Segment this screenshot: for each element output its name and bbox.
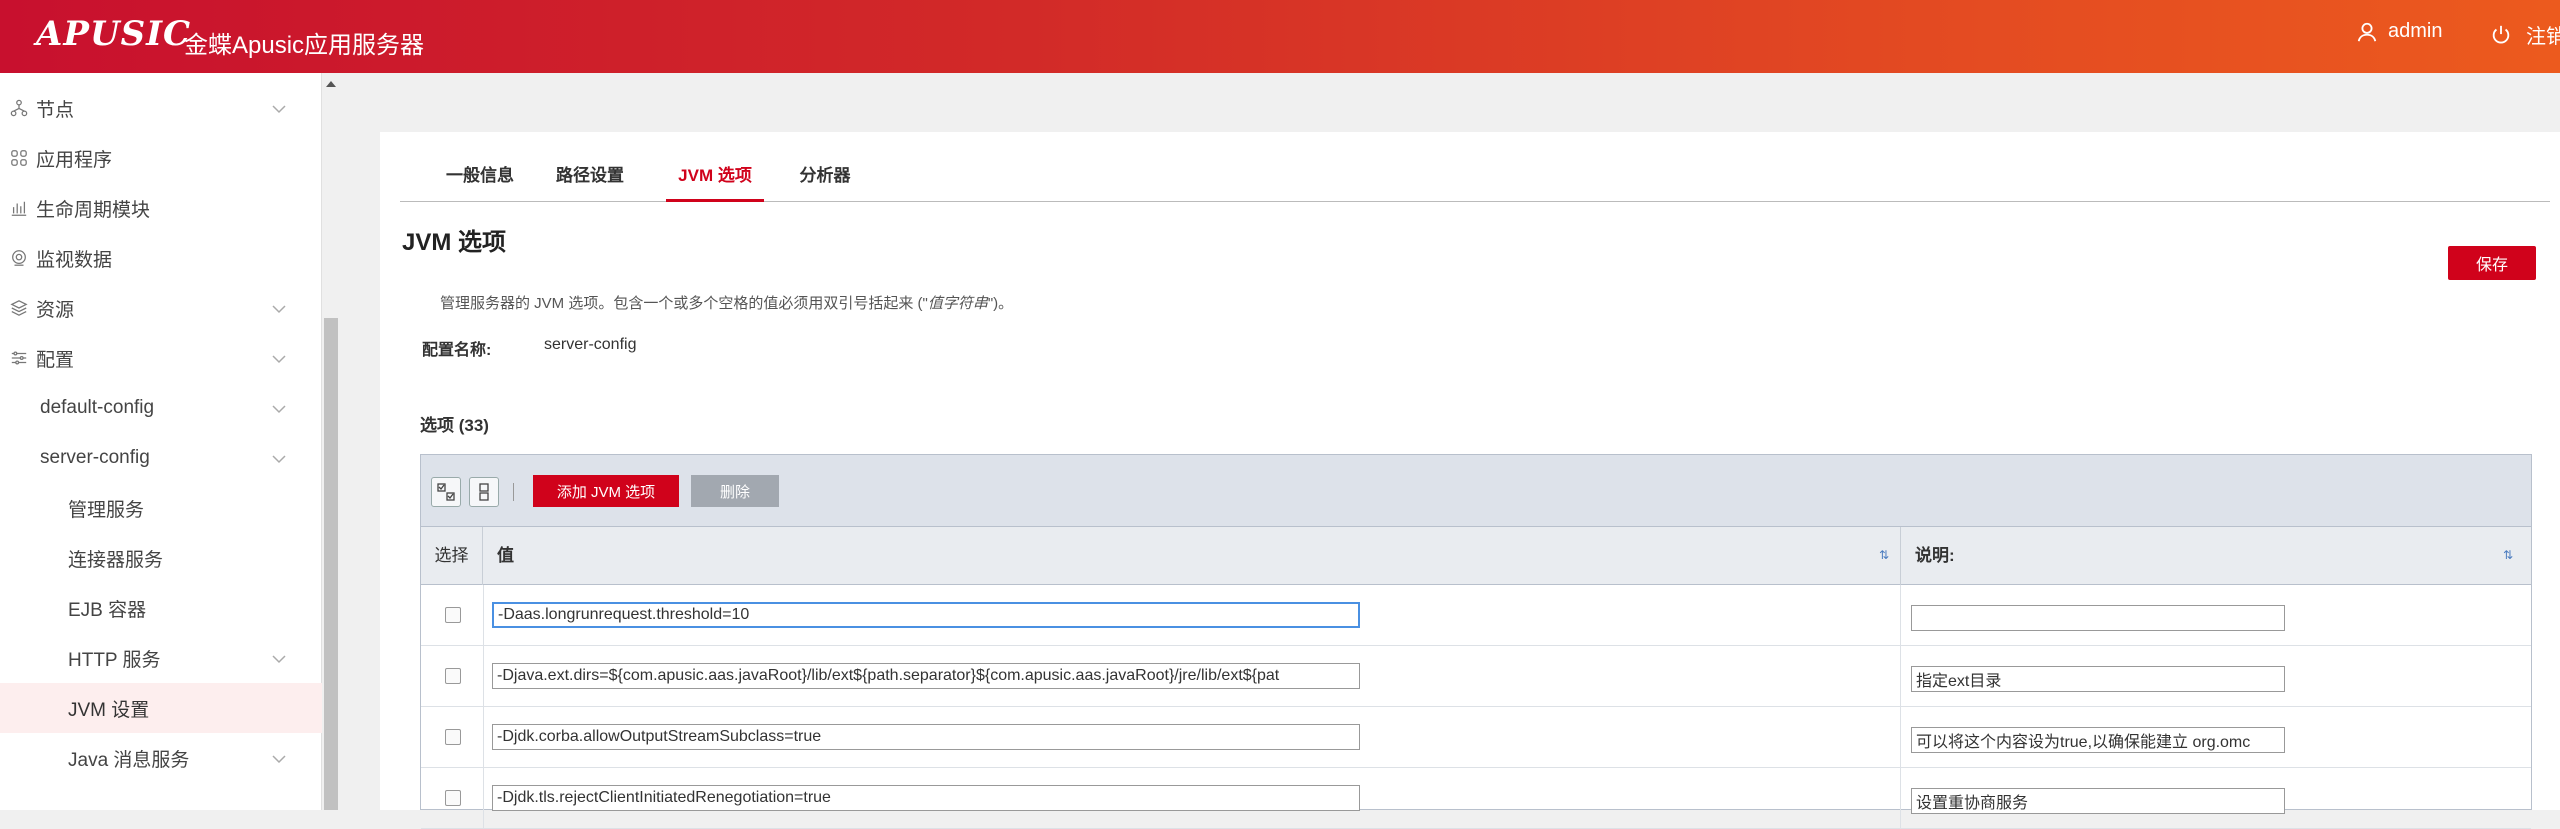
sidebar-item-lifecycle[interactable]: 生命周期模块 xyxy=(0,183,322,233)
chevron-down-icon[interactable] xyxy=(268,98,290,120)
sidebar-item-jvm-settings[interactable]: JVM 设置 xyxy=(0,683,322,733)
sidebar-item-jms-service[interactable]: Java 消息服务 xyxy=(0,733,322,783)
sidebar-item-label: EJB 容器 xyxy=(68,599,147,621)
deselect-all-icon[interactable] xyxy=(469,477,499,507)
sidebar-nav: 节点 应用程序 生命周期模块 监视数据 资源 配置 default-config… xyxy=(0,73,322,810)
resource-icon xyxy=(10,300,28,316)
app-title: 金蝶Apusic应用服务器 xyxy=(184,32,425,59)
page-description: 管理服务器的 JVM 选项。包含一个或多个空格的值必须用双引号括起来 ("值字符… xyxy=(440,292,1013,313)
table-header: 选择 值 ⇅ 说明: ⇅ xyxy=(421,527,2531,585)
chevron-down-icon[interactable] xyxy=(268,298,290,320)
value-input[interactable] xyxy=(492,724,1360,750)
save-button[interactable]: 保存 xyxy=(2448,246,2536,280)
note-input[interactable] xyxy=(1911,605,2285,631)
sidebar-item-label: 生命周期模块 xyxy=(36,199,151,221)
sidebar-item-monitor[interactable]: 监视数据 xyxy=(0,233,322,283)
config-icon xyxy=(11,351,27,365)
sidebar-item-node[interactable]: 节点 xyxy=(0,83,322,133)
user-icon xyxy=(2357,22,2377,41)
monitor-icon xyxy=(12,250,26,266)
delete-button[interactable]: 删除 xyxy=(691,475,779,507)
table-toolbar: 添加 JVM 选项 删除 xyxy=(421,455,2531,527)
config-name-label: 配置名称: xyxy=(422,342,492,359)
sidebar-item-label: 监视数据 xyxy=(36,249,113,271)
row-checkbox[interactable] xyxy=(445,607,461,623)
sidebar-item-connector-service[interactable]: 连接器服务 xyxy=(0,533,322,583)
note-input[interactable] xyxy=(1911,727,2285,753)
value-cell xyxy=(483,768,1901,829)
column-note-label: 说明: xyxy=(1915,546,1955,565)
description-end: ")。 xyxy=(987,295,1014,312)
apps-icon xyxy=(11,150,27,166)
tab-general[interactable]: 一般信息 xyxy=(440,150,520,202)
tab-profiler[interactable]: 分析器 xyxy=(790,150,860,202)
select-all-icon[interactable] xyxy=(431,477,461,507)
toolbar-separator xyxy=(513,483,514,501)
sidebar-item-server-config[interactable]: server-config xyxy=(0,433,322,483)
sort-icon[interactable]: ⇅ xyxy=(1879,548,1889,562)
top-header: APUSIC 金蝶Apusic应用服务器 admin 注销 xyxy=(0,0,2560,73)
chevron-down-icon[interactable] xyxy=(268,448,290,470)
tab-path-settings[interactable]: 路径设置 xyxy=(550,150,630,202)
node-icon xyxy=(10,99,28,117)
value-cell xyxy=(483,585,1901,646)
sidebar-item-resource[interactable]: 资源 xyxy=(0,283,322,333)
table-row xyxy=(421,707,2531,768)
column-header-select: 选择 xyxy=(421,527,483,585)
description-text: 管理服务器的 JVM 选项。包含一个或多个空格的值必须用双引号括起来 (" xyxy=(440,295,928,312)
note-input[interactable] xyxy=(1911,666,2285,692)
lifecycle-icon xyxy=(11,201,27,216)
add-jvm-option-button[interactable]: 添加 JVM 选项 xyxy=(533,475,679,507)
page-title: JVM 选项 xyxy=(402,229,507,256)
description-emphasis: 值字符串 xyxy=(927,295,988,312)
sort-icon[interactable]: ⇅ xyxy=(2503,548,2513,562)
sidebar-item-label: JVM 设置 xyxy=(68,699,150,721)
power-icon xyxy=(2492,25,2510,43)
column-header-note[interactable]: 说明: xyxy=(1901,527,2531,585)
scroll-thumb[interactable] xyxy=(324,318,338,810)
sidebar-scrollbar[interactable] xyxy=(322,73,340,810)
table-row xyxy=(421,768,2531,829)
sidebar-item-apps[interactable]: 应用程序 xyxy=(0,133,322,183)
note-input[interactable] xyxy=(1911,788,2285,814)
column-value-label: 值 xyxy=(497,546,514,565)
jvm-options-table: 添加 JVM 选项 删除 选择 值 ⇅ 说明: ⇅ xyxy=(420,454,2532,829)
sidebar-item-admin-service[interactable]: 管理服务 xyxy=(0,483,322,533)
row-checkbox[interactable] xyxy=(445,790,461,806)
sidebar-item-ejb-container[interactable]: EJB 容器 xyxy=(0,583,322,633)
chevron-down-icon[interactable] xyxy=(268,748,290,770)
column-header-value[interactable]: 值 xyxy=(483,527,1901,585)
chevron-down-icon[interactable] xyxy=(268,648,290,670)
sidebar-item-config[interactable]: 配置 xyxy=(0,333,322,383)
sidebar-item-label: 应用程序 xyxy=(36,149,113,171)
value-input[interactable] xyxy=(492,663,1360,689)
chevron-down-icon[interactable] xyxy=(268,398,290,420)
row-checkbox[interactable] xyxy=(445,729,461,745)
apusic-logo: APUSIC xyxy=(36,14,192,54)
value-cell xyxy=(483,646,1901,707)
user-name: admin xyxy=(2388,20,2443,42)
config-name-value: server-config xyxy=(544,336,637,353)
sidebar-item-http-service[interactable]: HTTP 服务 xyxy=(0,633,322,683)
options-title: 选项 (33) xyxy=(420,416,489,435)
logout-label: 注销 xyxy=(2526,26,2560,48)
table-row xyxy=(421,585,2531,646)
sidebar-item-default-config[interactable]: default-config xyxy=(0,383,322,433)
row-checkbox[interactable] xyxy=(445,668,461,684)
value-input[interactable] xyxy=(492,785,1360,811)
sidebar-item-label: 管理服务 xyxy=(68,499,145,521)
tab-jvm-options[interactable]: JVM 选项 xyxy=(666,150,764,202)
value-input[interactable] xyxy=(492,602,1360,628)
sidebar-item-label: 连接器服务 xyxy=(68,549,164,571)
table-row xyxy=(421,646,2531,707)
logout-button[interactable]: 注销 xyxy=(2490,20,2560,49)
tab-bar: 一般信息 路径设置 JVM 选项 分析器 xyxy=(400,150,2550,202)
user-menu[interactable]: admin xyxy=(2356,20,2442,43)
chevron-down-icon[interactable] xyxy=(268,348,290,370)
value-cell xyxy=(483,707,1901,768)
scroll-up-arrow-icon[interactable] xyxy=(326,81,336,87)
